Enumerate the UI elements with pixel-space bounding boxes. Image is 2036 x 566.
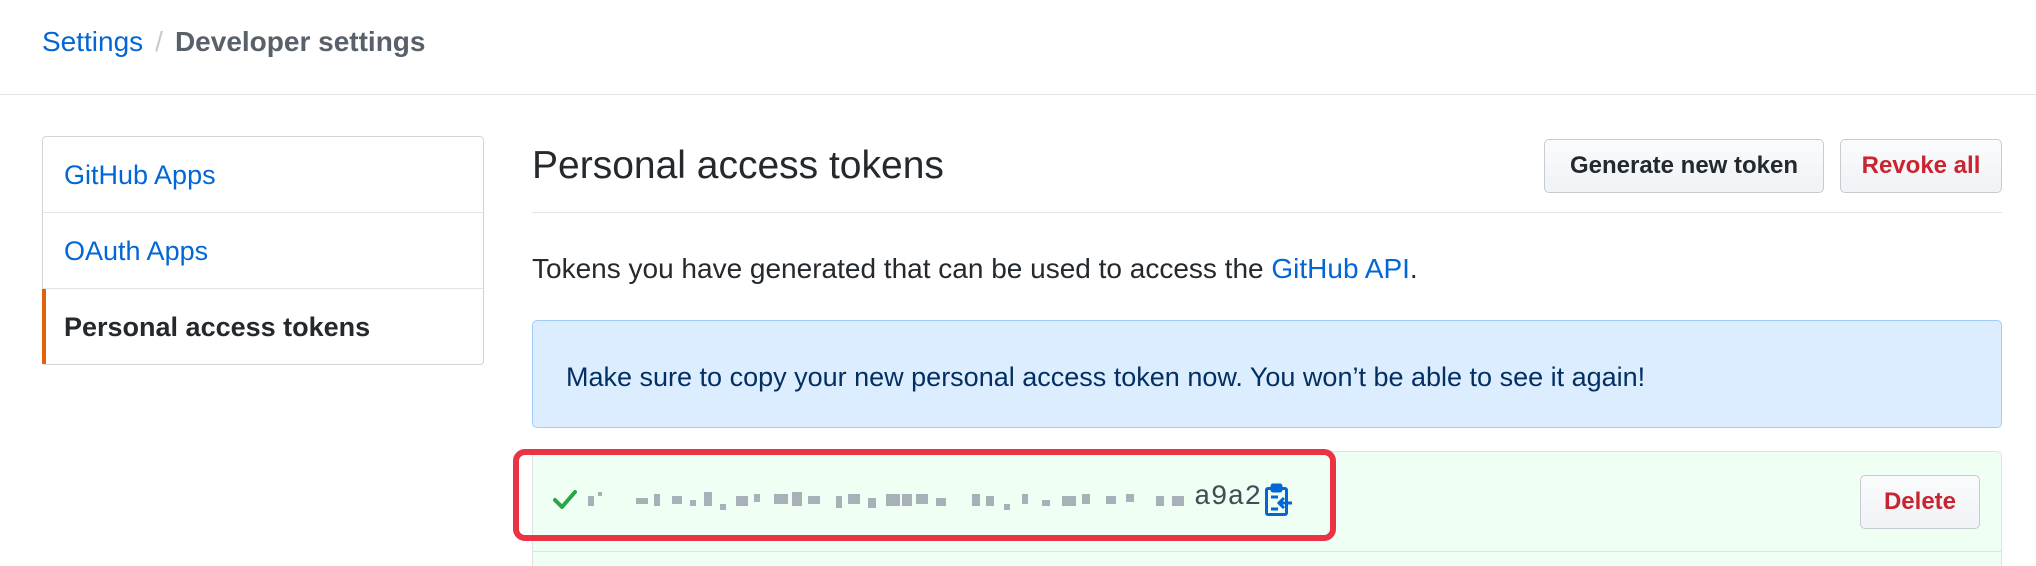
page-title: Personal access tokens: [532, 144, 944, 187]
token-list-divider: [532, 551, 2002, 552]
generate-new-token-button[interactable]: Generate new token: [1544, 139, 1824, 193]
description-text: Tokens you have generated that can be us…: [532, 253, 1272, 284]
breadcrumb-settings-link[interactable]: Settings: [42, 26, 143, 57]
highlight-annotation: [513, 449, 1336, 541]
sidebar-item-personal-access-tokens[interactable]: Personal access tokens: [42, 289, 483, 364]
sidebar-item-label: GitHub Apps: [64, 160, 216, 190]
revoke-all-button[interactable]: Revoke all: [1840, 139, 2002, 193]
sidebar-item-label: OAuth Apps: [64, 236, 209, 266]
sidebar-menu: GitHub Apps OAuth Apps Personal access t…: [42, 136, 484, 365]
flash-message: Make sure to copy your new personal acce…: [566, 362, 1646, 392]
description-end: .: [1409, 253, 1418, 284]
sidebar-item-github-apps[interactable]: GitHub Apps: [43, 137, 483, 213]
copy-token-notice: Make sure to copy your new personal acce…: [532, 320, 2002, 428]
sidebar-item-oauth-apps[interactable]: OAuth Apps: [43, 213, 483, 289]
delete-token-button[interactable]: Delete: [1860, 475, 1980, 529]
tokens-description: Tokens you have generated that can be us…: [532, 253, 1418, 285]
github-api-link[interactable]: GitHub API: [1271, 253, 1410, 284]
title-divider: [532, 212, 2002, 213]
breadcrumb: Settings / Developer settings: [42, 26, 425, 58]
breadcrumb-separator: /: [155, 26, 163, 57]
sidebar-item-label: Personal access tokens: [64, 312, 371, 342]
breadcrumb-current: Developer settings: [174, 26, 426, 57]
page-header: Settings / Developer settings: [0, 0, 2036, 95]
